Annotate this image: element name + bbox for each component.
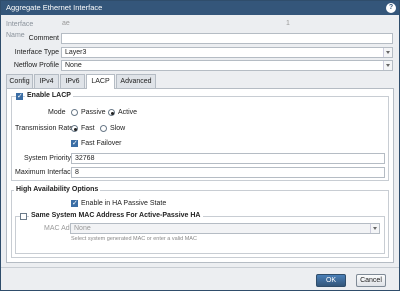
same-mac-label: Same System MAC Address For Active-Passi…	[29, 212, 203, 219]
ok-button[interactable]: OK	[316, 274, 346, 287]
chevron-down-icon	[383, 61, 392, 70]
same-mac-fieldset: Same System MAC Address For Active-Passi…	[15, 212, 385, 254]
mac-address-select: None	[70, 223, 380, 234]
enable-lacp-checkbox[interactable]	[16, 92, 23, 101]
max-interfaces-label: Maximum Interfaces	[15, 169, 79, 176]
tab-ipv6[interactable]: IPv6	[60, 74, 85, 88]
enable-lacp-label: Enable LACP	[25, 92, 73, 99]
ha-passive-label: Enable in HA Passive State	[81, 200, 167, 207]
mode-active-label: Active	[118, 109, 138, 116]
lacp-fieldset: Enable LACP Mode Passive Active Transmis…	[11, 92, 389, 181]
rate-label: Transmission Rate	[15, 125, 74, 132]
rate-fast-radio[interactable]	[71, 125, 78, 132]
tab-config[interactable]: Config	[6, 74, 33, 88]
mode-active-radio[interactable]	[108, 109, 115, 116]
dialog-title: Aggregate Ethernet Interface	[6, 3, 103, 12]
comment-label: Comment	[28, 35, 59, 42]
same-mac-checkbox[interactable]	[20, 213, 27, 220]
dialog-footer: OK Cancel	[1, 267, 399, 291]
netflow-select[interactable]: None	[61, 60, 393, 71]
mode-label: Mode	[48, 109, 66, 116]
netflow-label: Netflow Profile	[13, 62, 59, 69]
interface-name-field: ae	[62, 20, 70, 27]
rate-slow-radio[interactable]	[100, 125, 107, 132]
interface-type-label: Interface Type	[14, 49, 59, 56]
system-priority-field[interactable]: 32768	[71, 153, 385, 164]
tab-advanced[interactable]: Advanced	[116, 74, 156, 88]
tab-ipv4[interactable]: IPv4	[34, 74, 59, 88]
fast-failover-checkbox[interactable]	[71, 139, 78, 148]
chevron-down-icon	[383, 48, 392, 57]
rate-slow-label: Slow	[110, 125, 126, 132]
mac-address-hint: Select system generated MAC or enter a v…	[71, 236, 197, 242]
mode-passive-radio[interactable]	[71, 109, 78, 116]
help-icon[interactable]: ?	[386, 3, 396, 13]
mac-address-value: None	[74, 225, 91, 232]
dialog-titlebar: Aggregate Ethernet Interface ?	[1, 1, 399, 15]
interface-name-suffix: 1	[286, 20, 290, 27]
fast-failover-label: Fast Failover	[81, 140, 122, 147]
interface-type-value: Layer3	[65, 49, 87, 56]
max-interfaces-field[interactable]: 8	[71, 167, 385, 178]
comment-field[interactable]	[61, 33, 393, 44]
system-priority-label: System Priority	[24, 155, 72, 162]
tab-lacp[interactable]: LACP	[86, 74, 115, 89]
chevron-down-icon	[370, 224, 379, 233]
netflow-value: None	[65, 62, 82, 69]
ha-passive-checkbox[interactable]	[71, 199, 78, 208]
aggregate-ethernet-dialog: Aggregate Ethernet Interface ? Interface…	[0, 0, 400, 291]
rate-fast-label: Fast	[81, 125, 95, 132]
ha-options-fieldset: High Availability Options Enable in HA P…	[11, 186, 389, 258]
interface-type-select[interactable]: Layer3	[61, 47, 393, 58]
ha-options-label: High Availability Options	[14, 186, 101, 193]
mode-passive-label: Passive	[81, 109, 106, 116]
cancel-button[interactable]: Cancel	[356, 274, 386, 287]
lacp-panel: Enable LACP Mode Passive Active Transmis…	[6, 88, 394, 263]
